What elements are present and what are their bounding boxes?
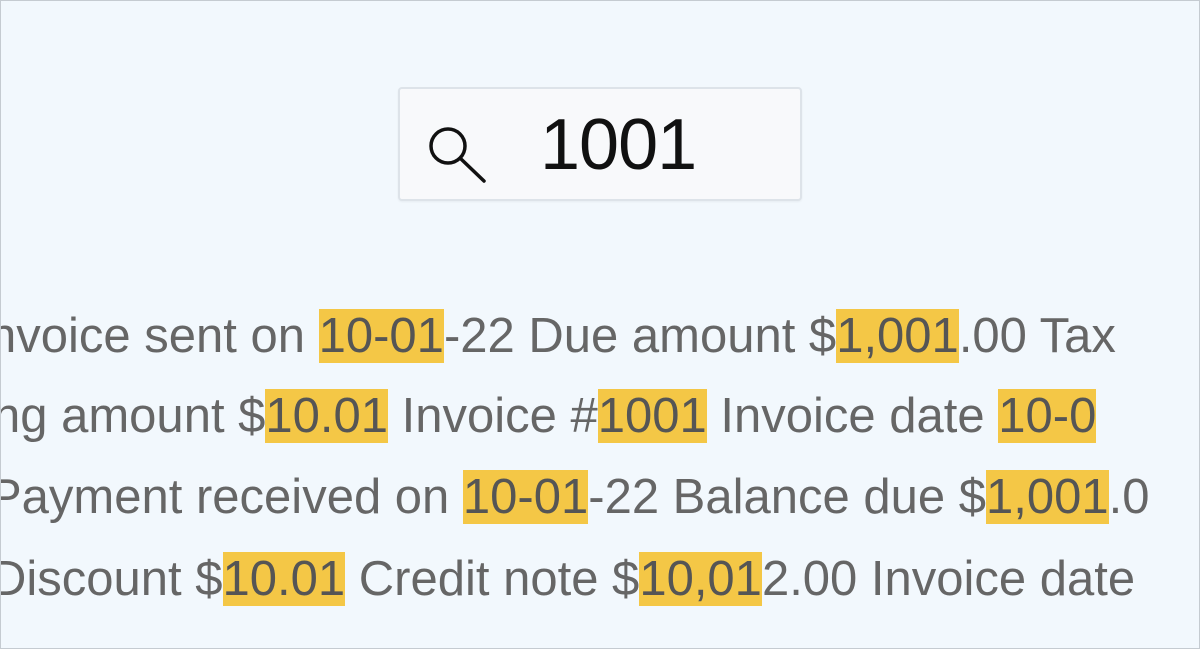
search-demo-frame: nvoice sent on 10-01-22 Due amount $1,00… [0,0,1200,649]
match-highlight: 1,001 [836,309,959,363]
search-box[interactable] [398,87,802,201]
result-text: Invoice # [388,389,598,443]
result-text: 2.00 Invoice date [761,552,1136,606]
result-text: Discount $ [0,552,223,606]
match-highlight: 10.01 [222,552,346,606]
match-highlight: 1,001 [986,470,1109,524]
result-text: nvoice sent on [0,309,319,363]
result-text: Payment received on [0,470,463,524]
result-line-amount: ng amount $10.01 Invoice #1001 Invoice d… [0,388,1097,444]
result-text: .0 [1108,470,1150,524]
match-highlight: 10,01 [639,552,762,606]
result-text: -22 Balance due $ [588,470,986,524]
match-highlight: 10-01 [462,470,589,524]
match-highlight: 10-0 [998,389,1097,443]
search-results: nvoice sent on 10-01-22 Due amount $1,00… [1,291,1199,631]
result-line-invoice-sent: nvoice sent on 10-01-22 Due amount $1,00… [0,308,1116,364]
search-icon [424,123,490,185]
result-line-discount: Discount $10.01 Credit note $10,012.00 I… [0,551,1136,607]
search-input[interactable] [540,101,790,189]
match-highlight: 10-01 [318,309,444,363]
result-line-payment: Payment received on 10-01-22 Balance due… [0,469,1150,525]
result-text: Credit note $ [345,552,640,606]
match-highlight: 10.01 [265,389,389,443]
result-text: ng amount $ [0,389,266,443]
result-text: Invoice date [706,389,999,443]
result-text: .00 Tax [958,309,1116,363]
result-text: -22 Due amount $ [443,309,837,363]
match-highlight: 1001 [597,389,707,443]
